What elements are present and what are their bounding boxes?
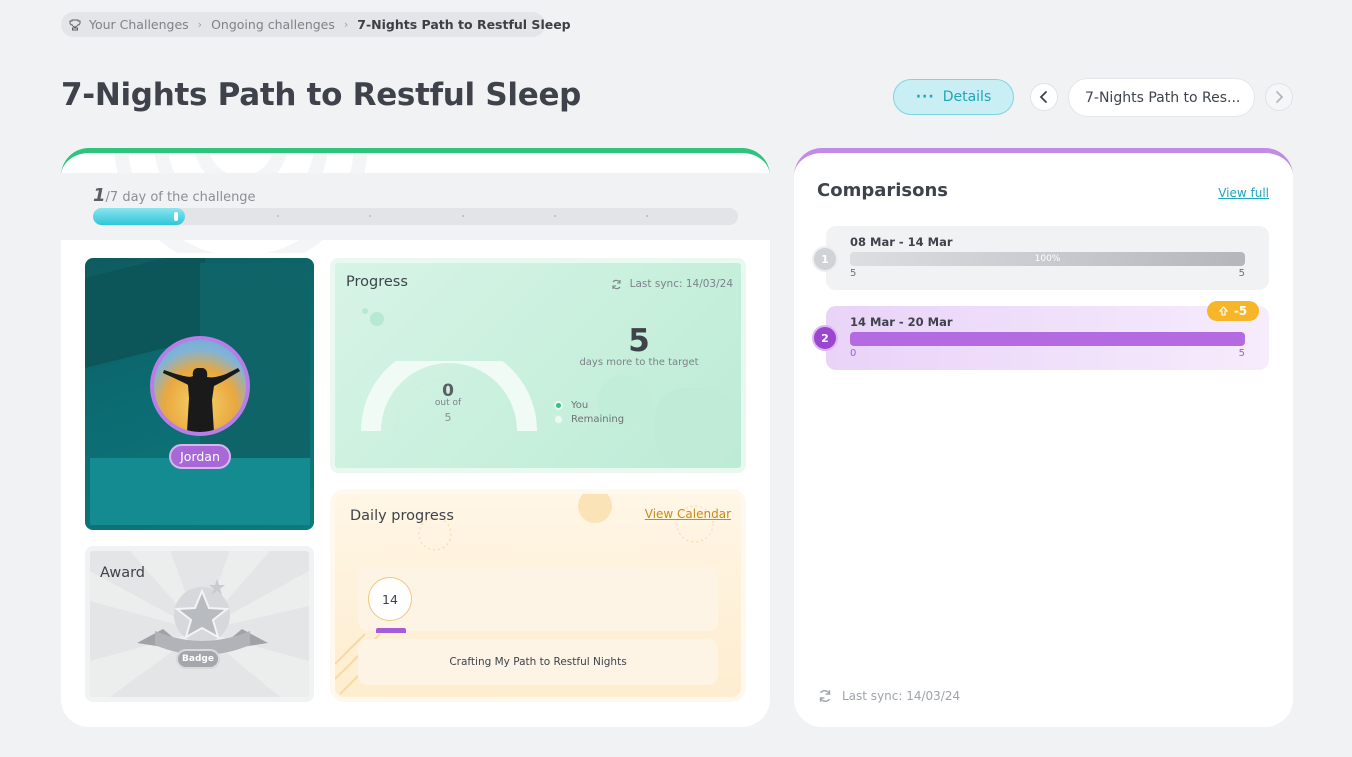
next-challenge-button[interactable]	[1265, 83, 1293, 111]
progress-sync-text: Last sync: 14/03/24	[629, 278, 733, 290]
delta-badge: -5	[1207, 301, 1259, 321]
details-label: Details	[942, 89, 992, 105]
progress-title: Progress	[346, 274, 408, 290]
day-marker	[376, 628, 406, 633]
legend-you: You	[554, 400, 588, 411]
participant-name[interactable]: Jordan	[169, 444, 231, 469]
chevron-left-icon	[1039, 91, 1047, 103]
comparison-row: 14 Mar - 20 Mar 0 5	[826, 306, 1269, 370]
day-tick	[277, 215, 279, 217]
avatar-image	[154, 340, 246, 432]
gauge-total: 5	[444, 411, 452, 424]
sync-icon	[819, 690, 831, 702]
breadcrumb: Your Challenges › Ongoing challenges › 7…	[61, 12, 571, 37]
daily-progress-panel: Daily progress View Calendar 14 Crafting…	[330, 489, 746, 702]
comparison-bar: 100%	[850, 252, 1245, 266]
challenge-card: 1/7 day of the challenge Jordan Award Ba…	[61, 148, 770, 727]
rank-badge: 1	[812, 246, 838, 272]
daily-progress-title: Daily progress	[350, 508, 454, 524]
award-panel: Award Badge	[85, 546, 314, 702]
trophy-icon	[69, 18, 81, 32]
comparison-max: 5	[1238, 268, 1245, 279]
comparison-percent: 100%	[1034, 254, 1061, 264]
challenge-selector[interactable]: 7-Nights Path to Res...	[1068, 78, 1255, 117]
challenge-day-progress-knob	[174, 212, 178, 221]
comparison-bar	[850, 332, 1245, 346]
legend-remaining: Remaining	[554, 414, 624, 425]
day-tick	[554, 215, 556, 217]
comparison-max: 5	[1238, 348, 1245, 359]
badge-label: Badge	[176, 649, 220, 669]
remaining-days-value: 5	[628, 323, 650, 359]
arrow-up-icon	[1218, 306, 1228, 316]
chevron-right-icon: ›	[197, 18, 203, 31]
chevron-right-icon	[1276, 91, 1284, 103]
legend-you-label: You	[571, 400, 589, 411]
daily-task[interactable]: Crafting My Path to Restful Nights	[358, 639, 718, 685]
previous-challenge-button[interactable]	[1030, 83, 1058, 111]
comparison-range: 14 Mar - 20 Mar	[850, 315, 953, 329]
sync-icon	[612, 279, 621, 289]
rank-badge: 2	[812, 325, 838, 351]
challenge-day-counter: 1/7 day of the challenge	[93, 185, 256, 206]
comparison-min: 5	[850, 268, 857, 279]
challenge-day-strip	[61, 173, 770, 240]
remaining-days-caption: days more to the target	[579, 357, 699, 368]
delta-value: -5	[1233, 304, 1248, 318]
more-dots-icon: ···	[915, 89, 935, 105]
comparisons-sync-text: Last sync: 14/03/24	[842, 689, 961, 703]
breadcrumb-item-ongoing[interactable]: Ongoing challenges	[211, 17, 335, 32]
legend-you-dot	[554, 401, 563, 410]
breadcrumb-item-current: 7-Nights Path to Restful Sleep	[357, 17, 571, 32]
comparisons-last-sync: Last sync: 14/03/24	[818, 689, 960, 703]
progress-panel: Progress Last sync: 14/03/24 5 days more…	[330, 258, 746, 473]
gauge-of-label: out of	[434, 398, 462, 408]
participant-panel: Jordan	[85, 258, 314, 530]
comparisons-title: Comparisons	[817, 180, 949, 201]
breadcrumb-item-challenges[interactable]: Your Challenges	[89, 17, 189, 32]
legend-remaining-dot	[554, 415, 563, 424]
progress-last-sync: Last sync: 14/03/24	[611, 278, 733, 290]
view-calendar-link[interactable]: View Calendar	[645, 507, 731, 521]
day-tick	[462, 215, 464, 217]
page-title: 7-Nights Path to Restful Sleep	[61, 77, 582, 113]
day-tick	[646, 215, 648, 217]
legend-remaining-label: Remaining	[571, 414, 625, 425]
avatar[interactable]	[150, 336, 250, 436]
current-day: 1	[93, 185, 106, 206]
daily-progress-row: 14	[358, 567, 718, 633]
details-button[interactable]: ··· Details	[893, 79, 1014, 115]
comparison-row: 08 Mar - 14 Mar 100% 5 5	[826, 226, 1269, 290]
comparison-range: 08 Mar - 14 Mar	[850, 235, 953, 249]
challenge-day-progress-fill	[93, 208, 185, 225]
comparisons-card: Comparisons View full 08 Mar - 14 Mar 10…	[794, 148, 1293, 727]
view-full-link[interactable]: View full	[1218, 186, 1269, 200]
comparison-min: 0	[850, 348, 857, 359]
challenge-day-progress-bar	[93, 208, 738, 225]
day-circle[interactable]: 14	[368, 577, 412, 621]
chevron-right-icon: ›	[343, 18, 349, 31]
person-silhouette-icon	[163, 368, 240, 432]
day-tick	[369, 215, 371, 217]
day-suffix: /7 day of the challenge	[105, 190, 256, 205]
